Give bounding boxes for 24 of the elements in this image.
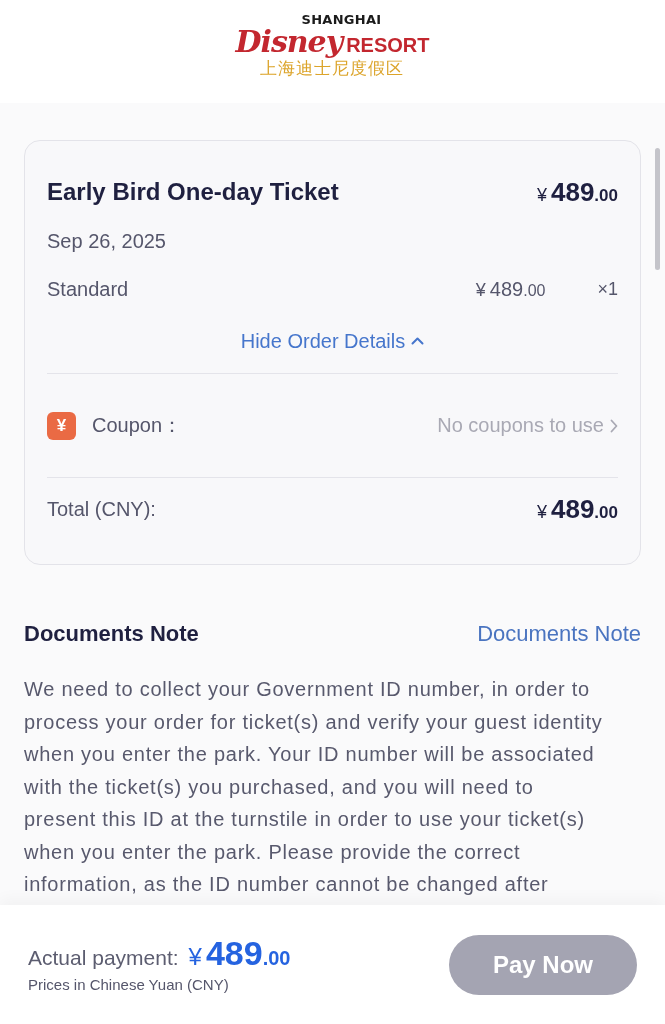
item-price: ¥ 489.00 (475, 279, 546, 299)
logo-top-line: SHANGHAI (301, 12, 382, 27)
logo-chinese-name: 上海迪士尼度假区 (260, 58, 405, 79)
item-quantity: ×1 (597, 278, 618, 301)
documents-note-link[interactable]: Documents Note (477, 621, 641, 647)
actual-payment-amount: ¥489.00 (188, 936, 291, 970)
item-name: Standard (47, 277, 130, 302)
ticket-title: Early Bird One-day Ticket (47, 177, 339, 207)
total-price: ¥489.00 (536, 496, 618, 522)
coupon-icon: ¥ (47, 411, 76, 440)
coupon-selector[interactable]: No coupons to use (437, 414, 618, 437)
total-label: Total (CNY): (47, 497, 156, 522)
documents-note-text: We need to collect your Government ID number, in order to process your order for ticket(s) and verify your guest identity when you enter the park. Your ID number will be associated with the ticket(s) you purchased, and you will need to present this ID at the turnstile in order to use your ticket(s) when you enter the park. Please provide the correct information, as the ID number cannot be changed after (24, 677, 604, 897)
visit-date: Sep 26, 2025 (47, 229, 167, 254)
order-details-toggle[interactable]: Hide Order Details (240, 324, 425, 358)
chevron-right-icon (610, 418, 618, 433)
chevron-up-icon (411, 337, 425, 345)
actual-payment-label: Actual payment: (28, 946, 179, 970)
ticket-price: ¥489.00 (536, 179, 618, 205)
coupon-label: Coupon： (92, 413, 184, 438)
currency-note: Prices in Chinese Yuan (CNY) (28, 976, 230, 993)
logo-wordmark: Disney (235, 26, 343, 57)
logo-resort: RESORT (346, 33, 430, 56)
documents-note-heading: Documents Note (24, 620, 199, 648)
